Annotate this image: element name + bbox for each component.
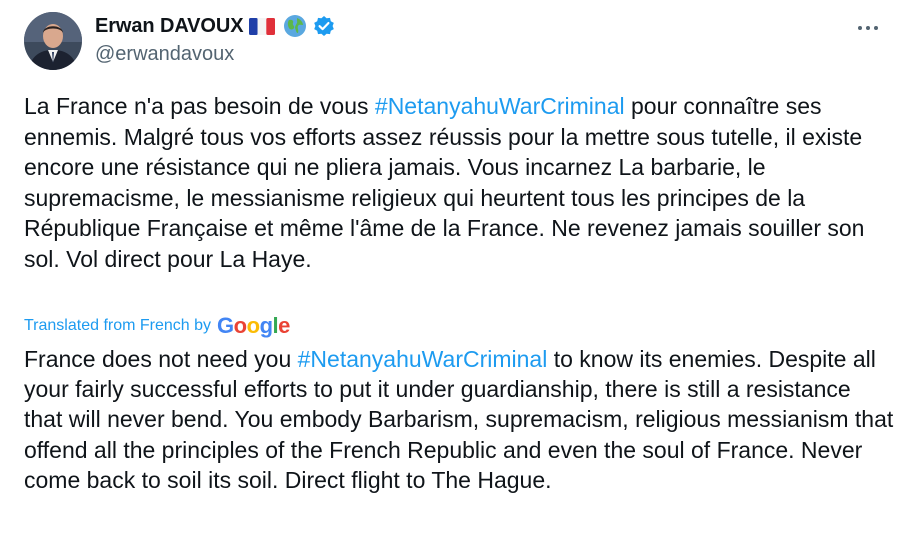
more-dot xyxy=(858,26,862,30)
tweet: Erwan DAVOUX @erwandavoux La France n'a … xyxy=(0,0,913,546)
more-dot xyxy=(874,26,878,30)
more-options-icon[interactable] xyxy=(853,18,883,38)
google-logo-letter: G xyxy=(217,313,234,338)
user-handle[interactable]: @erwandavoux xyxy=(95,43,335,66)
avatar[interactable] xyxy=(24,12,82,70)
translation-attribution: Translated from French by Google xyxy=(24,313,290,339)
google-logo: Google xyxy=(217,313,290,339)
original-text-start: La France n'a pas besoin de vous xyxy=(24,93,375,119)
globe-icon xyxy=(283,14,307,38)
original-text-end: pour connaître ses ennemis. Malgré tous … xyxy=(24,93,865,272)
name-row: Erwan DAVOUX xyxy=(95,13,335,39)
google-logo-letter: g xyxy=(259,313,273,338)
translated-from-label[interactable]: Translated from French by xyxy=(24,317,211,335)
google-logo-letter: o xyxy=(233,313,247,338)
hashtag-link[interactable]: #NetanyahuWarCriminal xyxy=(298,346,548,372)
verified-badge-icon[interactable] xyxy=(313,15,335,37)
tweet-text-translation: France does not need you #NetanyahuWarCr… xyxy=(24,344,894,495)
google-logo-letter: e xyxy=(278,313,290,338)
google-logo-letter: o xyxy=(246,313,260,338)
tweet-header: Erwan DAVOUX @erwandavoux xyxy=(95,13,335,66)
tweet-text-original: La France n'a pas besoin de vous #Netany… xyxy=(24,91,894,274)
translation-text-start: France does not need you xyxy=(24,346,298,372)
hashtag-link[interactable]: #NetanyahuWarCriminal xyxy=(375,93,625,119)
display-name[interactable]: Erwan DAVOUX xyxy=(95,15,244,38)
france-flag-icon xyxy=(249,17,276,35)
more-dot xyxy=(866,26,870,30)
avatar-image xyxy=(24,12,82,70)
